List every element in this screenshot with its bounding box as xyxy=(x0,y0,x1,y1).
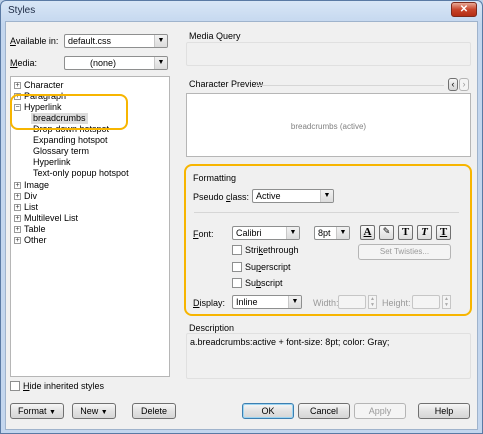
subscript-label: Subscript xyxy=(245,278,283,288)
tree-item-label: Table xyxy=(24,224,46,234)
format-button-label: Format xyxy=(18,406,47,416)
format-menu-button[interactable]: Format ▼ xyxy=(10,403,64,419)
styles-dialog: Styles ✕ Available in: default.css ▼ Med… xyxy=(0,0,483,434)
display-label: Display: xyxy=(193,298,226,308)
pseudo-class-label: Pseudo class: xyxy=(193,192,250,202)
cancel-button[interactable]: Cancel xyxy=(298,403,350,419)
media-query-title: Media Query xyxy=(189,31,241,41)
expand-icon[interactable]: + xyxy=(14,226,21,233)
font-size-value: 8pt xyxy=(318,228,331,238)
font-size-dropdown[interactable]: 8pt ▼ xyxy=(314,226,350,240)
close-button[interactable]: ✕ xyxy=(451,2,477,17)
pseudo-class-value: Active xyxy=(256,191,281,201)
media-dropdown[interactable]: (none) ▼ xyxy=(64,56,168,70)
window-title: Styles xyxy=(8,5,36,16)
ok-button[interactable]: OK xyxy=(242,403,294,419)
hyperlink-highlight xyxy=(10,94,128,130)
character-preview-box: breadcrumbs (active) xyxy=(186,93,471,157)
description-text: a.breadcrumbs:active + font-size: 8pt; c… xyxy=(190,337,390,347)
new-button-label: New xyxy=(80,406,99,416)
description-title: Description xyxy=(189,323,235,333)
tree-item-label: Hyperlink xyxy=(33,157,71,167)
set-twisties-button[interactable]: Set Twisties... xyxy=(358,244,451,260)
width-label: Width: xyxy=(313,298,339,308)
tree-item-label: Character xyxy=(24,80,64,90)
formatting-separator xyxy=(194,212,459,213)
font-label: Font: xyxy=(193,229,214,239)
preview-sample-text: breadcrumbs (active) xyxy=(290,122,367,131)
chevron-down-icon: ▼ xyxy=(100,409,108,416)
superscript-checkbox[interactable] xyxy=(232,262,242,272)
tree-item-label: Text-only popup hotspot xyxy=(33,168,129,178)
help-button[interactable]: Help xyxy=(418,403,470,419)
font-family-value: Calibri xyxy=(236,228,262,238)
superscript-label: Superscript xyxy=(245,262,291,272)
description-box: a.breadcrumbs:active + font-size: 8pt; c… xyxy=(186,333,471,379)
tree-item-label: Glossary term xyxy=(33,146,90,156)
italic-button[interactable]: T xyxy=(417,225,432,240)
new-menu-button[interactable]: New ▼ xyxy=(72,403,116,419)
preview-next-button[interactable]: › xyxy=(459,78,469,91)
tree-item-expanding-hotspot[interactable]: Expanding hotspot xyxy=(33,135,108,146)
tree-item-label: Expanding hotspot xyxy=(33,135,108,145)
expand-icon[interactable]: + xyxy=(14,204,21,211)
underline-button[interactable]: T xyxy=(436,225,451,240)
apply-button[interactable]: Apply xyxy=(354,403,406,419)
formatting-highlight xyxy=(184,164,472,316)
tree-item-label: List xyxy=(24,202,39,212)
chevron-down-icon: ▼ xyxy=(154,57,167,69)
title-bar: Styles ✕ xyxy=(1,1,482,21)
chevron-down-icon: ▼ xyxy=(286,227,299,239)
tree-item-text-only-popup[interactable]: Text-only popup hotspot xyxy=(33,168,129,179)
chevron-down-icon: ▼ xyxy=(154,35,167,47)
bold-button[interactable]: T xyxy=(398,225,413,240)
expand-icon[interactable]: + xyxy=(14,237,21,244)
hide-inherited-checkbox[interactable] xyxy=(10,381,20,391)
media-value: (none) xyxy=(90,58,117,68)
media-query-box xyxy=(186,42,471,66)
hide-inherited-label: Hide inherited styles xyxy=(23,381,105,391)
available-in-dropdown[interactable]: default.css ▼ xyxy=(64,34,168,48)
expand-icon[interactable]: + xyxy=(14,193,21,200)
display-dropdown[interactable]: Inline ▼ xyxy=(232,295,302,309)
display-value: Inline xyxy=(236,297,258,307)
width-spinner[interactable]: ▲ ▼ xyxy=(368,295,377,309)
font-color-button[interactable]: A xyxy=(360,225,375,240)
pseudo-class-dropdown[interactable]: Active ▼ xyxy=(252,189,334,203)
strikethrough-checkbox[interactable] xyxy=(232,245,242,255)
tree-item-hyperlink[interactable]: Hyperlink xyxy=(33,157,71,168)
font-family-dropdown[interactable]: Calibri ▼ xyxy=(232,226,300,240)
tree-item-label: Other xyxy=(24,235,47,245)
available-in-value: default.css xyxy=(68,36,112,46)
strikethrough-label: Strikethrough xyxy=(245,245,299,255)
dialog-client-area: Available in: default.css ▼ Media: (none… xyxy=(5,21,478,430)
delete-button[interactable]: Delete xyxy=(132,403,176,419)
tree-item-glossary-term[interactable]: Glossary term xyxy=(33,146,89,157)
tree-item-label: Div xyxy=(24,191,37,201)
chevron-down-icon: ▼ xyxy=(288,296,301,308)
character-preview-title: Character Preview xyxy=(189,79,264,89)
chevron-down-icon: ▼ xyxy=(49,409,56,416)
highlighter-icon: ✎ xyxy=(382,227,391,237)
height-label: Height: xyxy=(382,298,411,308)
media-label: Media: xyxy=(10,58,38,68)
preview-title-rule xyxy=(254,85,444,86)
available-in-label: Available in: xyxy=(10,36,59,46)
expand-icon[interactable]: + xyxy=(14,82,21,89)
formatting-title: Formatting xyxy=(193,173,237,183)
subscript-checkbox[interactable] xyxy=(232,278,242,288)
height-input[interactable] xyxy=(412,295,440,309)
chevron-down-icon: ▼ xyxy=(320,190,333,202)
tree-item-label: Image xyxy=(24,180,50,190)
chevron-down-icon: ▼ xyxy=(336,227,349,239)
tree-item-label: Multilevel List xyxy=(24,213,79,223)
preview-prev-button[interactable]: ‹ xyxy=(448,78,458,91)
expand-icon[interactable]: + xyxy=(14,215,21,222)
width-input[interactable] xyxy=(338,295,366,309)
highlight-color-button[interactable]: ✎ xyxy=(379,225,394,240)
expand-icon[interactable]: + xyxy=(14,182,21,189)
height-spinner[interactable]: ▲ ▼ xyxy=(442,295,451,309)
